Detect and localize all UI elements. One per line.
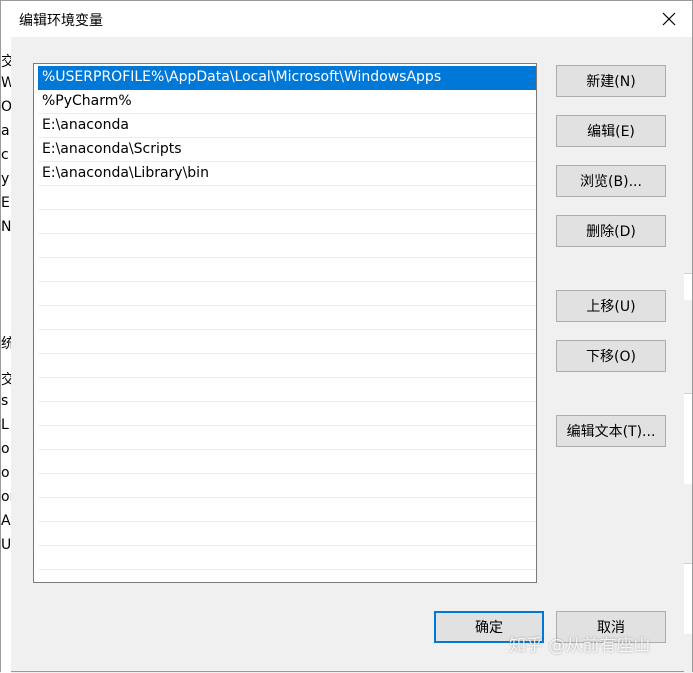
background-text-fragment: A	[1, 513, 11, 529]
path-list[interactable]: %USERPROFILE%\AppData\Local\Microsoft\Wi…	[33, 63, 537, 583]
close-icon	[662, 12, 676, 26]
empty-list-row[interactable]	[38, 522, 536, 546]
background-text-fragment: o	[1, 441, 10, 457]
edit-button[interactable]: 编辑(E)	[556, 115, 666, 147]
empty-list-row[interactable]	[38, 354, 536, 378]
empty-list-row[interactable]	[38, 474, 536, 498]
empty-list-row[interactable]	[38, 282, 536, 306]
background-text-fragment: s	[1, 393, 9, 409]
list-item[interactable]: %USERPROFILE%\AppData\Local\Microsoft\Wi…	[38, 66, 536, 90]
background-text-fragment: or	[1, 489, 11, 505]
empty-list-row[interactable]	[38, 402, 536, 426]
empty-list-row[interactable]	[38, 186, 536, 210]
edit-text-button[interactable]: 编辑文本(T)...	[556, 415, 666, 447]
empty-list-row[interactable]	[38, 306, 536, 330]
background-window-right-edge	[684, 37, 692, 673]
background-text-fragment: 交	[1, 372, 11, 388]
empty-list-row[interactable]	[38, 426, 536, 450]
background-text-fragment: 统	[1, 336, 11, 352]
list-item[interactable]: E:\anaconda\Library\bin	[38, 162, 536, 186]
delete-button[interactable]: 删除(D)	[556, 215, 666, 247]
list-item[interactable]: E:\anaconda\Scripts	[38, 138, 536, 162]
move-down-button[interactable]: 下移(O)	[556, 340, 666, 372]
background-text-fragment: c	[1, 147, 9, 163]
edit-environment-variable-dialog: 编辑环境变量 交WOracyEN统交sLooorAU %USERPROFILE%…	[0, 0, 693, 673]
background-text-fragment: o	[1, 465, 10, 481]
background-text-fragment: y	[1, 171, 10, 187]
empty-list-row[interactable]	[38, 330, 536, 354]
list-item[interactable]: E:\anaconda	[38, 114, 536, 138]
background-text-fragment: Or	[1, 99, 11, 115]
empty-list-row[interactable]	[38, 498, 536, 522]
background-text-fragment: 交	[1, 54, 11, 70]
background-text-fragment: L	[1, 417, 9, 433]
new-button[interactable]: 新建(N)	[556, 65, 666, 97]
close-button[interactable]	[646, 1, 692, 37]
background-text-fragment: a	[1, 123, 10, 139]
background-text-fragment: U	[1, 537, 11, 553]
empty-list-row[interactable]	[38, 234, 536, 258]
empty-list-row[interactable]	[38, 450, 536, 474]
browse-button[interactable]: 浏览(B)...	[556, 165, 666, 197]
empty-list-row[interactable]	[38, 210, 536, 234]
title-bar: 编辑环境变量	[1, 1, 692, 37]
move-up-button[interactable]: 上移(U)	[556, 290, 666, 322]
background-text-fragment: N	[1, 219, 11, 235]
empty-list-row[interactable]	[38, 546, 536, 570]
watermark: 知乎 @从前有座山	[509, 636, 651, 656]
background-window-left-edge: 交WOracyEN统交sLooorAU	[1, 37, 11, 673]
empty-list-row[interactable]	[38, 378, 536, 402]
background-text-fragment: E	[1, 195, 10, 211]
empty-list-row[interactable]	[38, 258, 536, 282]
dialog-title: 编辑环境变量	[19, 13, 103, 29]
background-text-fragment: W	[1, 75, 11, 91]
list-item[interactable]: %PyCharm%	[38, 90, 536, 114]
